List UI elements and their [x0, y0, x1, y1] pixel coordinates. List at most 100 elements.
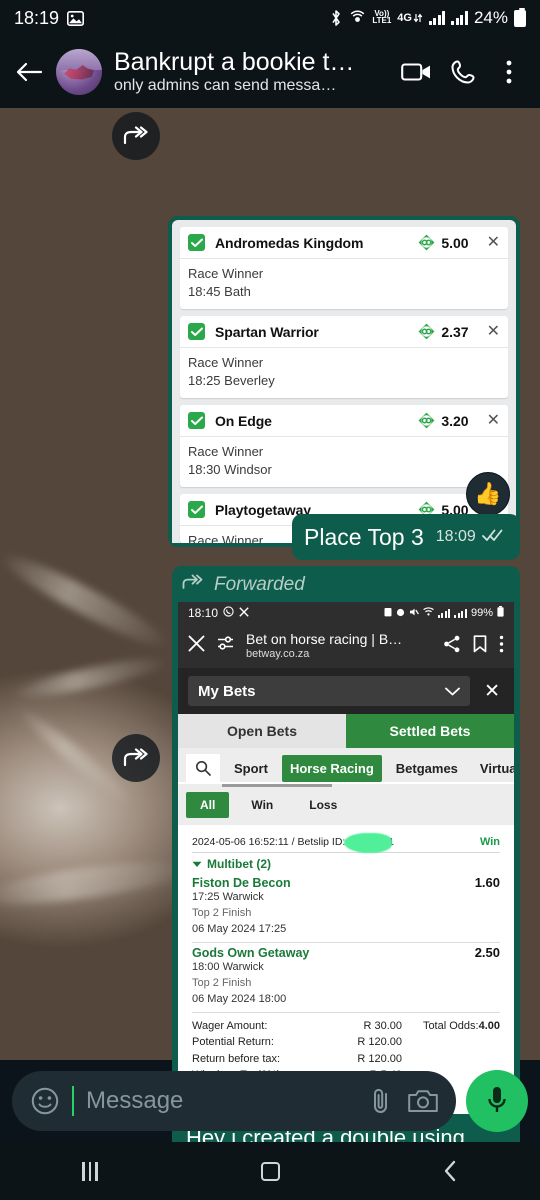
phone-icon[interactable] — [446, 55, 480, 89]
message-timestamp: 18:09 — [436, 527, 504, 547]
battery-icon — [514, 7, 526, 27]
whatsapp-icon — [223, 606, 234, 620]
redaction-highlight — [344, 833, 392, 853]
forward-arrow-icon[interactable] — [112, 734, 160, 782]
back-arrow-icon[interactable] — [14, 57, 44, 87]
category-virtual-bets[interactable]: Virtual Bets — [472, 755, 514, 782]
bet-pick: Fiston De Becon 1.60 17:25 Warwick Top 2… — [192, 873, 500, 943]
pick-datetime: 06 May 2024 17:25 — [192, 922, 287, 935]
browser-title-block[interactable]: Bet on horse racing | B… betway.co.za — [246, 632, 431, 660]
avatar[interactable] — [56, 49, 102, 95]
bookmark-icon[interactable] — [473, 634, 487, 658]
message-input-container[interactable]: Message — [12, 1071, 456, 1131]
betslip-selection[interactable]: On Edge 3.20 ✕ Race Winner 18:30 Windsor — [180, 405, 508, 488]
home-icon[interactable] — [235, 1151, 305, 1191]
signal-icon — [451, 11, 468, 25]
betway-screenshot: 18:10 99% Bet on horse racing | B… betwa… — [178, 602, 514, 1115]
odds-logo-icon — [418, 234, 435, 251]
more-vertical-icon[interactable] — [492, 55, 526, 89]
browser-page-title: Bet on horse racing | B… — [246, 631, 403, 647]
selection-market: Race Winner — [188, 355, 264, 371]
filter-win[interactable]: Win — [237, 792, 287, 818]
bets-tabs: Open Bets Settled Bets — [178, 714, 514, 748]
message-text: Place Top 3 — [304, 523, 424, 550]
recents-icon[interactable] — [55, 1151, 125, 1191]
paperclip-icon[interactable] — [366, 1086, 396, 1116]
battery-percent: 24% — [473, 8, 508, 27]
selection-odds: 5.00 — [441, 234, 469, 251]
browser-url: betway.co.za — [246, 648, 310, 661]
video-call-icon[interactable] — [400, 55, 434, 89]
chevron-down-icon — [192, 857, 202, 871]
remove-selection-icon[interactable]: ✕ — [487, 323, 500, 340]
filter-loss[interactable]: Loss — [295, 792, 351, 818]
financial-value: R 30.00 — [363, 1019, 402, 1032]
selection-event: 18:45 Bath — [188, 283, 251, 299]
mybets-toolbar: My Bets ✕ — [178, 668, 514, 714]
forwarded-text: Forwarded — [214, 574, 305, 595]
share-icon[interactable] — [443, 635, 461, 658]
pick-market: Top 2 Finish — [192, 976, 252, 989]
financial-label: Wager Amount: — [192, 1019, 268, 1032]
camera-icon[interactable] — [408, 1086, 438, 1116]
more-vertical-icon[interactable] — [499, 635, 504, 658]
microphone-icon[interactable] — [466, 1070, 528, 1132]
chat-title-block[interactable]: Bankrupt a bookie t… only admins can sen… — [114, 49, 388, 95]
page-settings-icon[interactable] — [217, 635, 234, 657]
read-ticks-icon — [481, 527, 504, 547]
tab-open-bets[interactable]: Open Bets — [178, 714, 346, 748]
pick-odds: 2.50 — [474, 944, 500, 960]
selection-odds: 2.37 — [441, 323, 469, 340]
multibet-header[interactable]: Multibet (2) — [192, 853, 500, 873]
message-bubble-place-top-3[interactable]: Place Top 3 18:09 — [292, 514, 520, 560]
search-icon[interactable] — [186, 754, 220, 782]
close-icon[interactable] — [188, 635, 205, 657]
category-sport[interactable]: Sport — [226, 755, 276, 782]
pick-name: Fiston De Becon — [192, 876, 291, 890]
checkbox-checked-icon[interactable] — [188, 412, 205, 430]
forward-arrow-icon[interactable] — [112, 112, 160, 160]
inner-status-bar: 18:10 99% — [178, 602, 514, 624]
pick-name: Gods Own Getaway — [192, 945, 310, 960]
forwarded-label: Forwarded — [172, 566, 520, 602]
checkbox-checked-icon[interactable] — [188, 501, 205, 519]
tab-settled-bets[interactable]: Settled Bets — [346, 714, 514, 748]
selection-market: Race Winner — [188, 266, 264, 281]
bet-meta-row: 2024-05-06 16:52:11 / Betslip ID: 1████₈… — [192, 833, 500, 853]
back-icon[interactable] — [415, 1151, 485, 1191]
betslip-selection[interactable]: Andromedas Kingdom 5.00 ✕ Race Winner 18… — [180, 227, 508, 310]
checkbox-checked-icon[interactable] — [188, 323, 205, 341]
category-horse-racing[interactable]: Horse Racing — [281, 754, 382, 782]
emoji-icon[interactable] — [30, 1086, 60, 1116]
system-status-bar: 18:19 Vo)) LTE1 4G 24% — [0, 0, 540, 36]
search-input[interactable]: Message — [86, 1087, 354, 1115]
close-icon[interactable]: ✕ — [480, 680, 504, 703]
hotspot-icon — [349, 9, 366, 27]
alarm-icon — [396, 607, 405, 620]
remove-selection-icon[interactable]: ✕ — [487, 234, 500, 251]
mybets-dropdown[interactable]: My Bets — [188, 676, 471, 706]
selection-event: 18:25 Beverley — [188, 372, 275, 388]
chat-messages: Andromedas Kingdom 5.00 ✕ Race Winner 18… — [0, 108, 540, 1200]
pick-market: Top 2 Finish — [192, 906, 252, 919]
category-betgames[interactable]: Betgames — [388, 755, 466, 782]
selection-market: Race Winner — [188, 444, 264, 460]
forward-arrow-icon — [182, 574, 204, 596]
text-caret — [72, 1086, 74, 1116]
category-tabs: Sport Horse Racing Betgames Virtual Bets — [178, 748, 514, 782]
selection-name: On Edge — [215, 412, 272, 429]
financial-row: Potential Return: R 120.00 — [192, 1034, 500, 1051]
betslip-selection[interactable]: Spartan Warrior 2.37 ✕ Race Winner 18:25… — [180, 316, 508, 399]
signal-icon — [454, 608, 467, 618]
status-badge: Win — [479, 836, 500, 848]
thumbs-up-reaction[interactable]: 👍 — [466, 472, 510, 516]
selection-name: Spartan Warrior — [215, 323, 319, 340]
status-time: 18:19 — [14, 7, 60, 28]
odds-logo-icon — [418, 323, 435, 340]
signal-icon — [437, 608, 451, 618]
remove-selection-icon[interactable]: ✕ — [487, 412, 500, 429]
filter-all[interactable]: All — [186, 792, 230, 818]
total-odds: Total Odds:4.00 — [422, 1019, 500, 1032]
bet-pick: Gods Own Getaway 2.50 18:00 Warwick Top … — [192, 943, 500, 1013]
checkbox-checked-icon[interactable] — [188, 234, 205, 251]
